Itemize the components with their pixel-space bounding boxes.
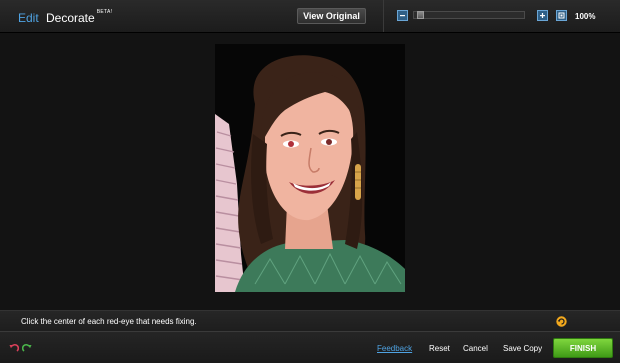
tab-decorate[interactable]: Decorate BETA! [46,9,113,25]
undo-icon[interactable] [8,343,19,354]
cancel-button[interactable]: Cancel [463,344,488,353]
zoom-out-icon [400,15,405,17]
feedback-link[interactable]: Feedback [377,344,412,353]
finish-button[interactable]: FINISH [553,338,613,358]
zoom-out-button[interactable] [397,10,408,21]
bottom-bar: Feedback Reset Cancel Save Copy FINISH [0,331,620,363]
photo-image [215,44,405,292]
photo[interactable] [215,44,405,292]
beta-badge: BETA! [96,9,113,15]
save-copy-button[interactable]: Save Copy [503,344,542,353]
redo-icon[interactable] [22,343,33,354]
fit-to-screen-button[interactable] [556,10,567,21]
view-original-button[interactable]: View Original [297,8,366,24]
tab-decorate-label: Decorate [46,11,95,25]
zoom-in-button[interactable] [537,10,548,21]
instruction-text: Click the center of each red-eye that ne… [21,317,197,326]
toolbar-divider [383,0,384,32]
zoom-slider-thumb[interactable] [417,11,424,19]
zoom-slider[interactable] [413,11,525,19]
reset-button[interactable]: Reset [429,344,450,353]
zoom-level-label: 100% [575,12,596,21]
red-eye-undo-icon[interactable] [556,316,567,327]
status-bar: Click the center of each red-eye that ne… [0,310,620,331]
editing-canvas[interactable] [0,33,620,310]
top-toolbar: Edit Decorate BETA! View Original 100% [0,0,620,33]
fit-to-screen-icon [558,12,565,19]
tab-edit[interactable]: Edit [18,11,39,25]
zoom-in-icon [540,13,545,18]
